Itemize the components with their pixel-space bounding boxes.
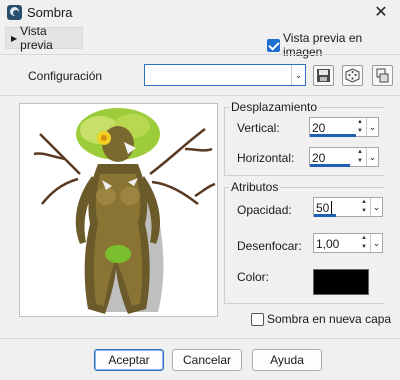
color-label: Color: bbox=[237, 270, 270, 284]
app-icon bbox=[7, 5, 22, 20]
chevron-down-icon[interactable]: ⌄ bbox=[291, 65, 305, 85]
up-down-arrows-icon[interactable]: ▲ ▼ bbox=[358, 198, 370, 216]
shadow-new-layer-label: Sombra en nueva capa bbox=[267, 312, 392, 326]
opacity-value: 50 bbox=[316, 201, 330, 215]
save-icon bbox=[317, 69, 330, 82]
window-title: Sombra bbox=[27, 5, 73, 20]
random-dice-icon bbox=[345, 68, 360, 83]
group-border bbox=[224, 175, 384, 176]
vertical-slider-bar[interactable] bbox=[310, 134, 356, 137]
horizontal-slider-bar[interactable] bbox=[310, 164, 350, 167]
up-down-arrows-icon[interactable]: ▲ ▼ bbox=[354, 118, 366, 136]
expand-triangle-icon: ▶ bbox=[11, 33, 18, 43]
divider bbox=[0, 95, 400, 96]
shadow-new-layer-checkbox[interactable] bbox=[251, 312, 264, 326]
opacity-slider-bar[interactable] bbox=[314, 214, 336, 217]
help-button[interactable]: Ayuda bbox=[252, 349, 322, 371]
reset-defaults-button[interactable] bbox=[372, 65, 393, 86]
blur-value: 1,00 bbox=[316, 237, 340, 251]
group-border bbox=[224, 187, 225, 303]
preview-toggle-label: Vista previa bbox=[20, 24, 53, 52]
preview-toggle-button[interactable]: ▶ Vista previa bbox=[5, 24, 83, 52]
horizontal-stepper[interactable]: 20 ▲ ▼ ⌄ bbox=[309, 147, 379, 167]
chevron-down-icon[interactable]: ⌄ bbox=[366, 118, 378, 136]
blur-label: Desenfocar: bbox=[237, 239, 302, 253]
attributes-group-title: Atributos bbox=[229, 180, 281, 194]
preview-image[interactable] bbox=[19, 103, 218, 317]
shadow-new-layer-option[interactable]: Sombra en nueva capa bbox=[251, 312, 391, 326]
save-preset-button[interactable] bbox=[313, 65, 334, 86]
up-down-arrows-icon[interactable]: ▲ ▼ bbox=[354, 148, 366, 166]
vertical-value: 20 bbox=[312, 121, 326, 135]
horizontal-label: Horizontal: bbox=[237, 151, 295, 165]
blur-stepper[interactable]: 1,00 ▲ ▼ ⌄ bbox=[313, 233, 383, 253]
config-preset-combo[interactable]: ⌄ bbox=[144, 64, 306, 86]
chevron-down-icon[interactable]: ⌄ bbox=[370, 234, 382, 252]
shadow-color-swatch[interactable] bbox=[313, 269, 369, 295]
divider bbox=[0, 54, 400, 55]
dryad-figure-image bbox=[33, 108, 216, 314]
horizontal-value: 20 bbox=[312, 151, 326, 165]
config-label: Configuración bbox=[28, 69, 103, 83]
text-cursor bbox=[331, 201, 332, 215]
divider bbox=[0, 338, 400, 339]
group-border bbox=[224, 303, 384, 304]
live-preview-checkbox[interactable] bbox=[267, 38, 280, 52]
offset-group-title: Desplazamiento bbox=[229, 100, 320, 114]
close-icon[interactable]: ✕ bbox=[370, 2, 392, 24]
opacity-label: Opacidad: bbox=[237, 203, 292, 217]
vertical-label: Vertical: bbox=[237, 121, 280, 135]
opacity-stepper[interactable]: 50 ▲ ▼ ⌄ bbox=[313, 197, 383, 217]
cancel-button[interactable]: Cancelar bbox=[172, 349, 242, 371]
ok-button[interactable]: Aceptar bbox=[94, 349, 164, 371]
reset-defaults-icon bbox=[376, 68, 389, 83]
chevron-down-icon[interactable]: ⌄ bbox=[370, 198, 382, 216]
group-border bbox=[224, 107, 225, 175]
chevron-down-icon[interactable]: ⌄ bbox=[366, 148, 378, 166]
vertical-stepper[interactable]: 20 ▲ ▼ ⌄ bbox=[309, 117, 379, 137]
up-down-arrows-icon[interactable]: ▲ ▼ bbox=[358, 234, 370, 252]
random-button[interactable] bbox=[342, 65, 363, 86]
title-bar: Sombra ✕ bbox=[0, 0, 400, 26]
